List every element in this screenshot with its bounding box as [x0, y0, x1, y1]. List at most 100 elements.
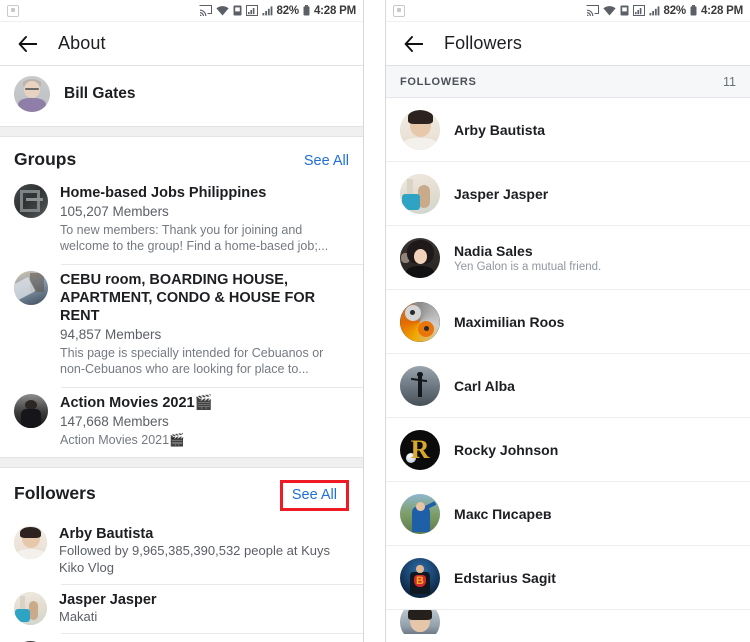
follower-list-item[interactable]: Carl Alba	[386, 354, 750, 418]
screenshot-icon	[7, 4, 19, 17]
clock-label: 4:28 PM	[313, 4, 356, 17]
signal-bars-icon	[262, 5, 273, 16]
follower-avatar	[400, 109, 440, 150]
status-bar-left: 82% 4:28 PM	[0, 0, 363, 22]
follower-list-item[interactable]: Maximilian Roos	[386, 290, 750, 354]
status-bar-right: 82% 4:28 PM	[386, 0, 750, 22]
follower-name: Jasper Jasper	[454, 185, 549, 202]
group-list-item[interactable]: Home-based Jobs Philippines 105,207 Memb…	[0, 178, 363, 264]
group-description: To new members: Thank you for joining an…	[60, 223, 329, 254]
follower-list-item[interactable]: R Rocky Johnson	[386, 418, 750, 482]
followers-section: Followers See All Arby Bautista Followed…	[0, 467, 363, 642]
follower-avatar	[400, 301, 440, 342]
group-avatar	[14, 184, 48, 218]
follower-avatar	[400, 237, 440, 278]
follower-avatar	[400, 365, 440, 406]
follower-avatar	[14, 591, 47, 625]
groups-heading: Groups	[14, 149, 77, 169]
right-phone-panel: 82% 4:28 PM Followers FOLLOWERS 11 Arby …	[385, 0, 750, 642]
follower-list-item-partial[interactable]	[386, 610, 750, 634]
follower-list-item[interactable]: B Edstarius Sagit	[386, 546, 750, 610]
battery-icon	[303, 5, 310, 16]
followers-count: 11	[723, 75, 736, 89]
follower-name: Arby Bautista	[454, 121, 546, 138]
section-divider-band	[0, 456, 363, 468]
profile-name: Bill Gates	[64, 85, 136, 102]
group-description: This page is specially intended for Cebu…	[60, 346, 324, 377]
signal-bars-icon	[632, 5, 645, 16]
group-avatar	[14, 393, 48, 428]
battery-percent-label: 82%	[663, 4, 687, 17]
follower-avatar	[14, 525, 47, 559]
follower-name: Carl Alba	[454, 377, 515, 394]
follower-name: Nadia Sales	[454, 242, 533, 259]
section-divider-band	[0, 126, 363, 137]
follower-avatar	[400, 493, 440, 534]
groups-section-header: Groups See All	[0, 137, 363, 178]
bill-gates-avatar	[14, 76, 50, 112]
follower-name: Maximilian Roos	[454, 313, 565, 330]
status-bar-right-icons: 82% 4:28 PM	[586, 5, 743, 17]
follower-list-item[interactable]: Arby Bautista Followed by 9,965,385,390,…	[0, 519, 363, 584]
signal-bars-icon	[649, 5, 660, 16]
back-arrow-icon[interactable]	[14, 31, 40, 57]
page-title: About	[58, 33, 106, 53]
followers-list-label: FOLLOWERS	[400, 76, 477, 88]
screenshot-icon	[393, 4, 405, 17]
battery-percent-label: 82%	[276, 4, 300, 17]
sim-card-icon	[620, 5, 629, 16]
profile-row[interactable]: Bill Gates	[0, 66, 363, 126]
followers-heading: Followers	[14, 482, 96, 503]
follower-list-item[interactable]: Arby Bautista	[386, 98, 750, 162]
follower-subtitle: Followed by 9,965,385,390,532 people at …	[59, 542, 331, 575]
status-bar-left-icons	[7, 4, 19, 17]
status-bar-right-icons: 82% 4:28 PM	[199, 5, 356, 17]
groups-section: Groups See All Home-based Jobs Philippin…	[0, 137, 363, 457]
follower-avatar: B	[400, 557, 440, 598]
groups-see-all-link[interactable]: See All	[304, 153, 349, 169]
follower-list-item[interactable]: Jasper Jasper Makati	[0, 585, 363, 633]
screenshot-root: 82% 4:28 PM About Bill Gates Groups See …	[0, 0, 750, 642]
follower-list-item[interactable]: Nadia Sales Yen Galon is a mutual friend…	[386, 226, 750, 290]
battery-icon	[690, 5, 697, 16]
follower-list-item[interactable]: Jasper Jasper	[386, 162, 750, 226]
follower-name: Arby Bautista	[59, 525, 154, 542]
clock-label: 4:28 PM	[700, 4, 743, 17]
signal-bars-icon	[245, 5, 258, 16]
follower-list-item[interactable]: Макс Писарев	[386, 482, 750, 546]
sim-card-icon	[233, 5, 242, 16]
follower-avatar: R	[400, 429, 440, 470]
group-member-count: 147,668 Members	[60, 413, 169, 429]
follower-name: Макс Писарев	[454, 505, 552, 522]
follower-list-item[interactable]: Nadia Sales 1 mutual friend	[0, 634, 363, 642]
followers-list-header: FOLLOWERS 11	[386, 66, 750, 98]
app-bar-left: About	[0, 22, 363, 66]
left-phone-panel: 82% 4:28 PM About Bill Gates Groups See …	[0, 0, 364, 642]
group-list-item[interactable]: Action Movies 2021🎬 147,668 Members Acti…	[0, 388, 363, 457]
cast-icon	[586, 5, 599, 16]
group-member-count: 94,857 Members	[60, 327, 162, 342]
follower-avatar	[400, 173, 440, 214]
group-description: Action Movies 2021🎬	[60, 432, 185, 447]
group-title: Action Movies 2021🎬	[60, 394, 213, 411]
wifi-icon	[215, 5, 229, 16]
group-avatar	[14, 270, 48, 305]
follower-name: Edstarius Sagit	[454, 569, 556, 586]
follower-avatar	[400, 610, 440, 634]
followers-section-header: Followers See All	[0, 468, 363, 519]
status-bar-left-icons	[393, 4, 405, 17]
back-arrow-icon[interactable]	[400, 31, 426, 57]
profile-card: Bill Gates	[0, 66, 363, 126]
follower-subtitle: Makati	[59, 608, 98, 624]
cast-icon	[199, 5, 212, 16]
wifi-icon	[602, 5, 616, 16]
followers-see-all-link[interactable]: See All	[292, 487, 337, 503]
group-member-count: 105,207 Members	[60, 204, 169, 220]
follower-name: Rocky Johnson	[454, 441, 559, 458]
see-all-highlight-box: See All	[279, 479, 349, 511]
group-title: CEBU room, BOARDING HOUSE, APARTMENT, CO…	[60, 271, 316, 324]
follower-subtitle: Yen Galon is a mutual friend.	[454, 260, 602, 273]
page-title: Followers	[444, 33, 522, 53]
app-bar-right: Followers	[386, 22, 750, 66]
group-list-item[interactable]: CEBU room, BOARDING HOUSE, APARTMENT, CO…	[0, 265, 363, 387]
